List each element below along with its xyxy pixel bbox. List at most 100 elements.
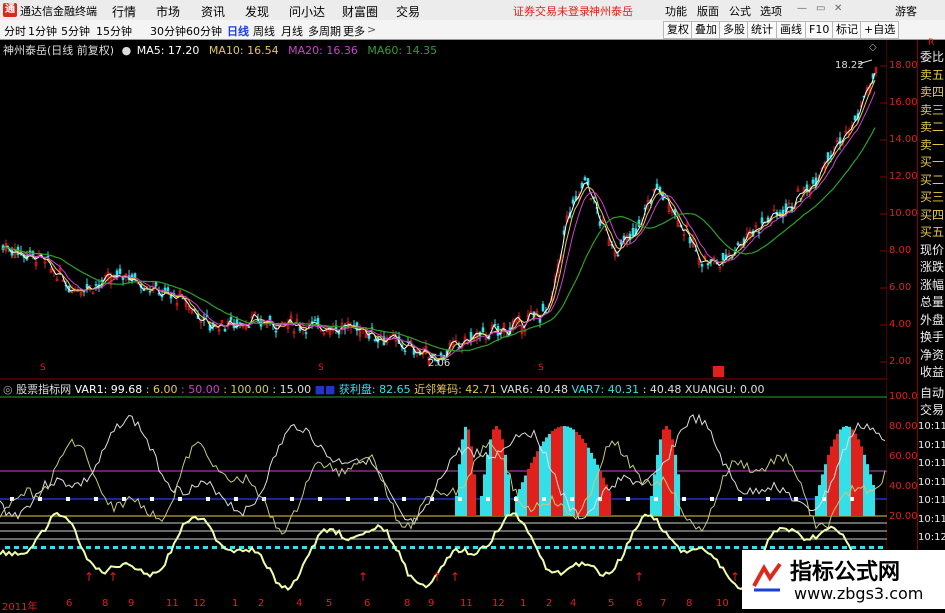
profit-bar [587, 447, 590, 516]
menu-banmian[interactable]: 版面 [697, 3, 719, 19]
close-icon[interactable]: ✕ [834, 3, 842, 14]
event-marker-icon[interactable] [713, 366, 724, 377]
quote-item[interactable]: 外盘 [920, 311, 944, 328]
quote-item[interactable]: 买五 [920, 223, 944, 240]
candle-body [838, 137, 842, 145]
add-watchlist-button[interactable]: +自选 [860, 21, 900, 39]
tab-1min[interactable]: 1分钟 [28, 23, 57, 39]
menu-caifuquan[interactable]: 财富圈 [342, 3, 378, 20]
tab-30min[interactable]: 30分钟 [150, 23, 186, 39]
menu-wenxiaoda[interactable]: 问小达 [289, 3, 325, 20]
menu-gongneng[interactable]: 功能 [665, 3, 687, 19]
quote-item[interactable]: 卖五 [920, 66, 944, 83]
tab-yuexian[interactable]: 月线 [281, 23, 303, 39]
quote-item[interactable]: 委比 [920, 48, 944, 65]
tab-fenshi[interactable]: 分时 [4, 23, 26, 39]
ma-dot-icon: ● [121, 44, 132, 57]
login-notice[interactable]: 证券交易未登录 [513, 3, 590, 19]
quote-item[interactable]: 总量 [920, 293, 944, 310]
cyan-dash [869, 546, 874, 549]
tab-60min[interactable]: 60分钟 [186, 23, 222, 39]
menu-zixun[interactable]: 资讯 [201, 3, 225, 20]
dot-marker [766, 497, 770, 501]
tab-duozhouqi[interactable]: 多周期 [308, 23, 341, 39]
date-label: 1 [520, 598, 527, 609]
diejia-button[interactable]: 叠加 [691, 21, 721, 39]
duogu-button[interactable]: 多股 [719, 21, 749, 39]
guest-label[interactable]: 游客 [895, 3, 917, 19]
date-label: 6 [364, 598, 371, 609]
buy-arrow-icon: ↑ [84, 570, 94, 584]
quote-item[interactable]: 现价 [920, 241, 944, 258]
tab-zhouxian[interactable]: 周线 [253, 23, 275, 39]
quote-item[interactable]: 换手 [920, 328, 944, 345]
quote-item[interactable]: 收益 [920, 363, 944, 380]
cyan-dash [41, 546, 46, 549]
quote-item[interactable]: 买四 [920, 206, 944, 223]
menu-hangqing[interactable]: 行情 [112, 3, 136, 20]
var1-value: VAR1: 99.68 [74, 383, 143, 396]
cyan-dash [806, 546, 811, 549]
tongji-button[interactable]: 统计 [747, 21, 777, 39]
quote-item[interactable]: 买二 [920, 171, 944, 188]
tab-gengduo[interactable]: 更多 [343, 23, 365, 39]
cyan-dash [302, 546, 307, 549]
menu-jiaoyi[interactable]: 交易 [396, 3, 420, 20]
cyan-dash [572, 546, 577, 549]
watermark: 指标公式网 www.zbgs3.com [742, 550, 945, 609]
profit-bar [590, 452, 593, 516]
profit-bar [464, 426, 467, 516]
tab-5min[interactable]: 5分钟 [61, 23, 90, 39]
cyan-dash [680, 546, 685, 549]
profit-bar [492, 429, 495, 516]
dot-marker [318, 497, 322, 501]
price-chart[interactable]: 18.22 2.06 S S S ◇ [0, 40, 887, 380]
biaoji-button[interactable]: 标记 [832, 21, 862, 39]
dot-marker [458, 497, 462, 501]
cyan-dash [824, 546, 829, 549]
axis-label: 12.00 [889, 171, 918, 182]
indicator-settings-icon[interactable]: ◎ [3, 383, 13, 396]
quote-item[interactable]: 买一 [920, 153, 944, 170]
profit-bar [668, 429, 671, 516]
quote-item[interactable]: 卖二 [920, 118, 944, 135]
quote-item[interactable]: 涨跌 [920, 258, 944, 275]
cyan-dash [176, 546, 181, 549]
quote-item[interactable]: 卖一 [920, 136, 944, 153]
huaxian-button[interactable]: 画线 [776, 21, 806, 39]
cyan-dash [275, 546, 280, 549]
fuquan-button[interactable]: 复权 [663, 21, 693, 39]
date-label: 2 [258, 598, 265, 609]
dot-marker [486, 497, 490, 501]
menu-gongshi[interactable]: 公式 [729, 3, 751, 19]
cyan-dash [212, 546, 217, 549]
tab-rixian[interactable]: 日线 [227, 23, 249, 39]
menu-shichang[interactable]: 市场 [156, 3, 180, 20]
quote-item[interactable]: 买三 [920, 188, 944, 205]
menu-faxian[interactable]: 发现 [245, 3, 269, 20]
cyan-dash [122, 546, 127, 549]
quote-item[interactable]: 卖三 [920, 101, 944, 118]
profit-bar [662, 429, 665, 516]
profit-bar [854, 433, 857, 516]
restore-icon[interactable]: ▭ [816, 3, 825, 14]
minimize-icon[interactable]: — [797, 3, 807, 14]
menu-xuanxiang[interactable]: 选项 [760, 3, 782, 19]
cyan-dash [734, 546, 739, 549]
profit-bar [608, 491, 611, 516]
blue-marker: ■■ [314, 383, 336, 396]
app-name: 通达信金融终端 [20, 5, 97, 18]
quote-item[interactable]: 卖四 [920, 83, 944, 100]
quote-tab[interactable]: 交易 [920, 401, 944, 418]
value-8: : 40.48 [642, 383, 682, 396]
date-label: 2 [546, 598, 553, 609]
chevron-right-icon[interactable]: > [367, 23, 376, 36]
candle-body [82, 290, 86, 293]
high-price-label: 18.22 [835, 60, 864, 71]
tab-15min[interactable]: 15分钟 [96, 23, 132, 39]
quote-tab[interactable]: 自动 [920, 384, 944, 401]
f10-button[interactable]: F10 [805, 21, 834, 39]
dot-marker [66, 497, 70, 501]
quote-item[interactable]: 净资 [920, 346, 944, 363]
quote-item[interactable]: 涨幅 [920, 276, 944, 293]
